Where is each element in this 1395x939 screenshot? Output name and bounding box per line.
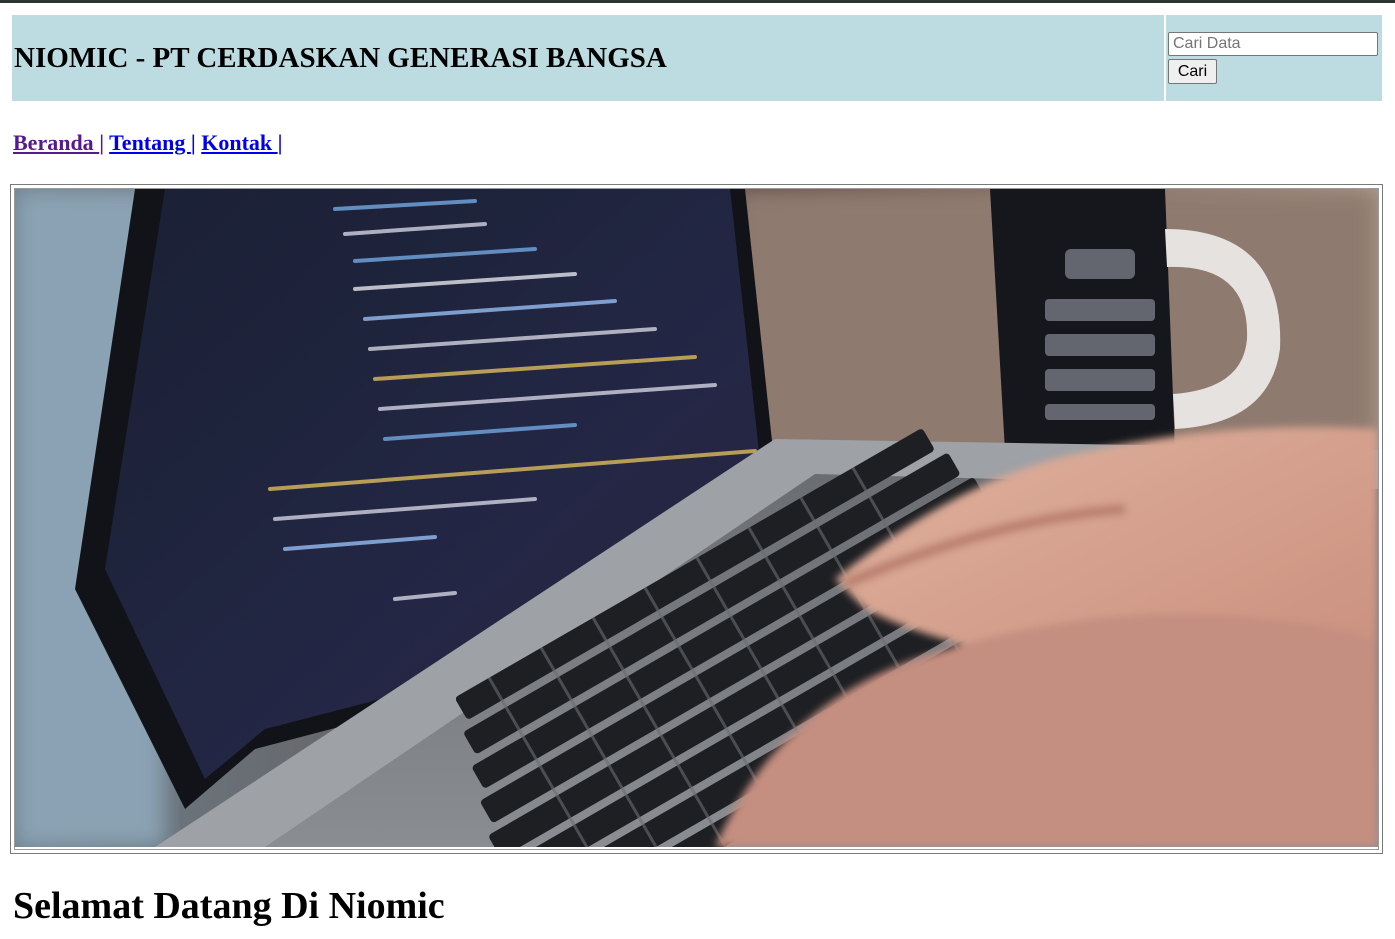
main-nav: Beranda | Tentang | Kontak | <box>13 130 283 156</box>
nav-link-beranda[interactable]: Beranda | <box>13 130 104 155</box>
nav-separator: | <box>190 130 196 155</box>
banner-image <box>14 188 1379 850</box>
banner-frame <box>10 184 1383 854</box>
site-header: NIOMIC - PT CERDASKAN GENERASI BANGSA Ca… <box>12 15 1382 101</box>
nav-separator: | <box>99 130 105 155</box>
nav-separator: | <box>277 130 283 155</box>
nav-label-tentang: Tentang <box>109 130 191 155</box>
welcome-heading: Selamat Datang Di Niomic <box>13 885 445 927</box>
laptop-coding-photo <box>15 189 1378 849</box>
search-input[interactable] <box>1168 32 1378 56</box>
nav-link-kontak[interactable]: Kontak | <box>201 130 282 155</box>
search-cell: Cari <box>1166 15 1382 101</box>
nav-label-beranda: Beranda <box>13 130 100 155</box>
nav-label-kontak: Kontak <box>201 130 278 155</box>
header-title-cell: NIOMIC - PT CERDASKAN GENERASI BANGSA <box>12 15 1164 101</box>
site-title: NIOMIC - PT CERDASKAN GENERASI BANGSA <box>14 41 667 74</box>
window-top-border <box>0 0 1395 3</box>
nav-link-tentang[interactable]: Tentang | <box>109 130 196 155</box>
search-button[interactable]: Cari <box>1168 59 1217 84</box>
